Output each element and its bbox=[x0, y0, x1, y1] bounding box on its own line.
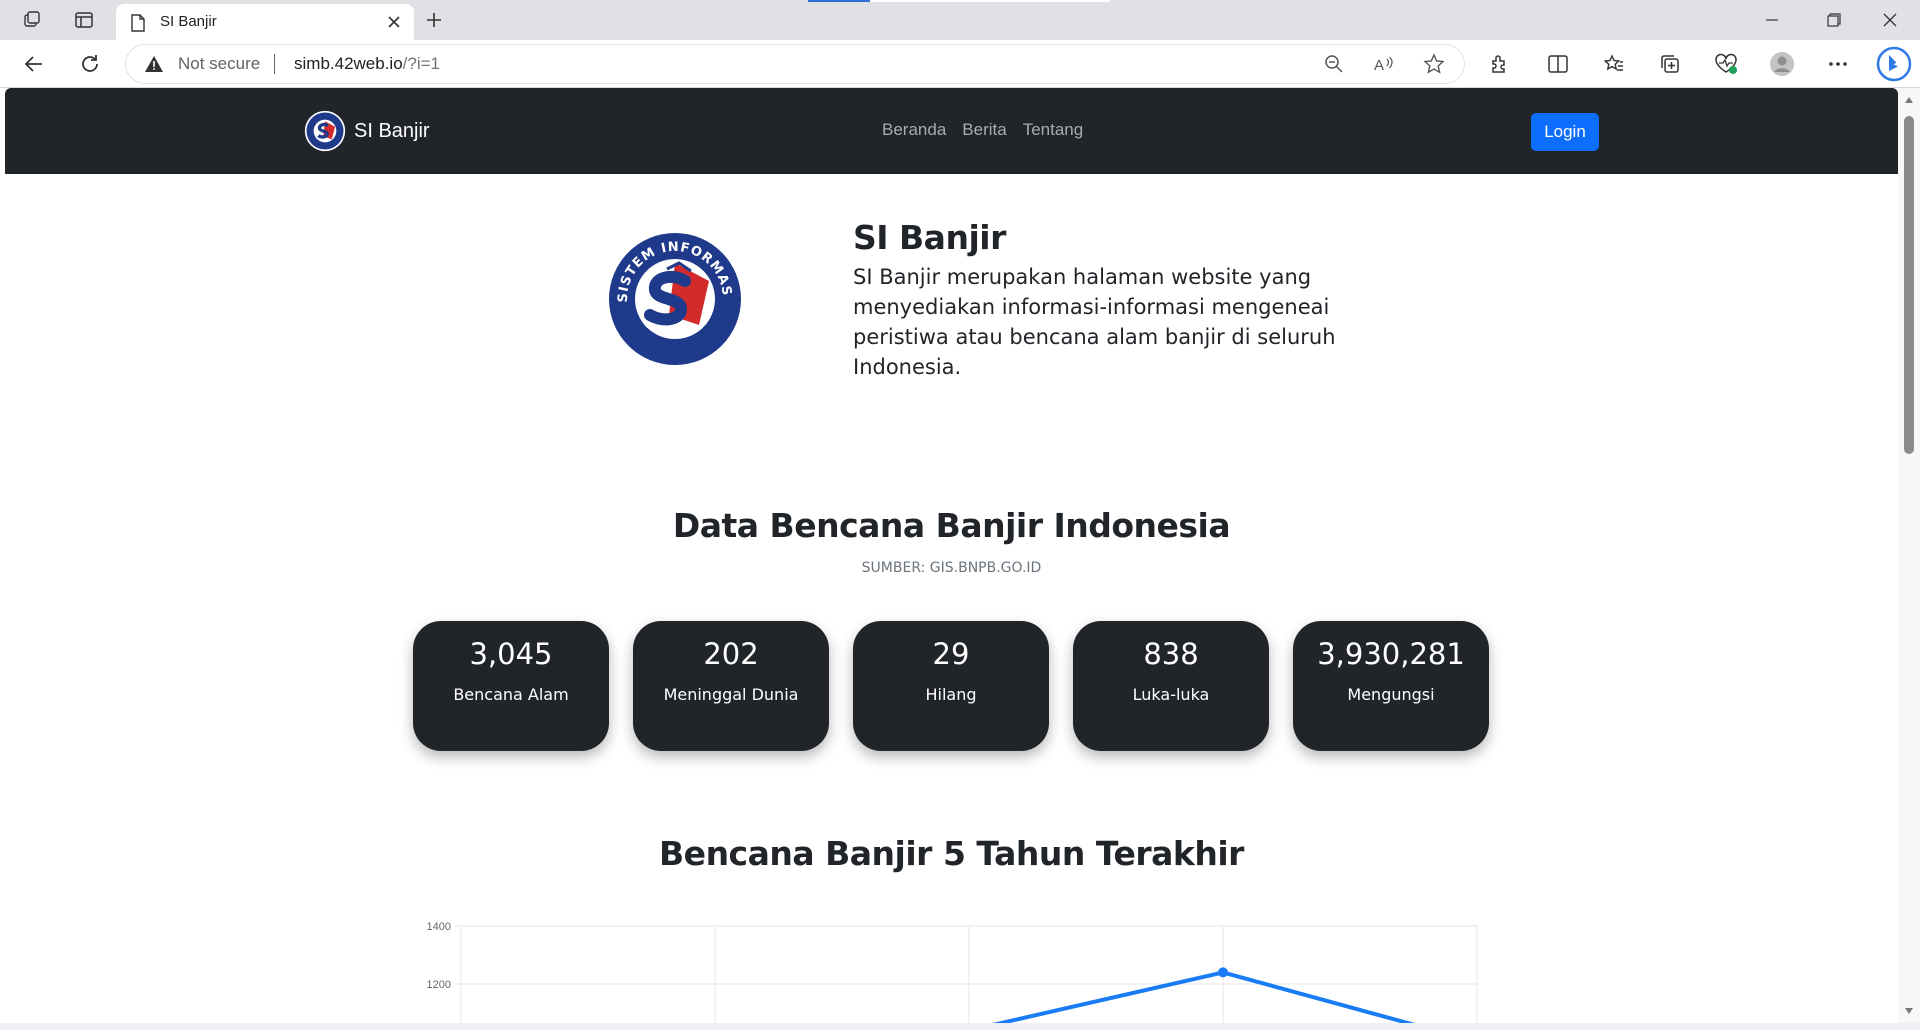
chart-section-title: Bencana Banjir 5 Tahun Terakhir bbox=[659, 834, 1244, 873]
upnvy-logo: SISTEM INFORMASI UPNVY bbox=[605, 229, 744, 368]
warning-icon[interactable] bbox=[144, 55, 164, 77]
flood-line-chart: 140012001000 bbox=[427, 921, 1478, 1023]
close-tab-icon[interactable] bbox=[384, 12, 404, 32]
tab-title: SI Banjir bbox=[160, 13, 217, 30]
nav-links: Beranda Berita Tentang bbox=[882, 120, 1083, 140]
favorite-star-icon[interactable] bbox=[1422, 52, 1446, 76]
scroll-down-icon[interactable] bbox=[1904, 1007, 1914, 1015]
security-label[interactable]: Not secure bbox=[178, 54, 260, 74]
zoom-icon[interactable] bbox=[1322, 52, 1346, 76]
stat-value: 3,930,281 bbox=[1317, 637, 1465, 671]
stat-value: 838 bbox=[1143, 637, 1199, 671]
more-menu-icon[interactable] bbox=[1824, 50, 1852, 78]
address-divider bbox=[274, 54, 275, 74]
stat-card-bencana-alam: 3,045 Bencana Alam bbox=[413, 621, 609, 751]
data-source: SUMBER: GIS.BNPB.GO.ID bbox=[861, 560, 1042, 576]
workspaces-icon[interactable] bbox=[20, 8, 44, 32]
stat-card-mengungsi: 3,930,281 Mengungsi bbox=[1293, 621, 1489, 751]
browser-essentials-icon[interactable] bbox=[1712, 50, 1740, 78]
site-navbar: SI Banjir Beranda Berita Tentang Login bbox=[5, 88, 1898, 174]
back-icon[interactable] bbox=[20, 50, 48, 78]
restore-icon[interactable] bbox=[1812, 6, 1856, 34]
url-path: /?i=1 bbox=[402, 54, 441, 73]
url-text[interactable]: simb.42web.io/?i=1 bbox=[294, 54, 440, 74]
brand-name: SI Banjir bbox=[354, 119, 430, 142]
stat-label: Bencana Alam bbox=[453, 685, 569, 704]
nav-link-tentang[interactable]: Tentang bbox=[1023, 120, 1084, 140]
svg-text:A: A bbox=[1374, 57, 1384, 74]
page-scrollbar[interactable] bbox=[1898, 88, 1920, 1023]
split-screen-icon[interactable] bbox=[1544, 50, 1572, 78]
y-tick-label: 1400 bbox=[427, 921, 451, 933]
nav-link-berita[interactable]: Berita bbox=[962, 120, 1006, 140]
navbar-brand[interactable]: SI Banjir bbox=[304, 110, 430, 152]
extensions-icon[interactable] bbox=[1486, 50, 1514, 78]
stat-card-luka-luka: 838 Luka-luka bbox=[1073, 621, 1269, 751]
data-point bbox=[1218, 967, 1228, 978]
stat-value: 3,045 bbox=[469, 637, 553, 671]
minimize-icon[interactable] bbox=[1750, 6, 1794, 34]
stat-card-meninggal-dunia: 202 Meninggal Dunia bbox=[633, 621, 829, 751]
copilot-icon[interactable] bbox=[1876, 46, 1912, 82]
loading-indicator-track bbox=[870, 0, 1110, 2]
read-aloud-icon[interactable]: A bbox=[1372, 52, 1396, 76]
profile-avatar[interactable] bbox=[1768, 50, 1796, 78]
scroll-up-icon[interactable] bbox=[1904, 96, 1914, 104]
stats-cards: 3,045 Bencana Alam 202 Meninggal Dunia 2… bbox=[413, 621, 1489, 751]
stat-label: Meninggal Dunia bbox=[663, 685, 799, 704]
stat-label: Hilang bbox=[925, 685, 977, 704]
collections-icon[interactable] bbox=[1656, 50, 1684, 78]
login-button[interactable]: Login bbox=[1531, 113, 1599, 151]
loading-indicator bbox=[808, 0, 870, 2]
hero-title: SI Banjir bbox=[853, 218, 1006, 257]
stat-card-hilang: 29 Hilang bbox=[853, 621, 1049, 751]
favorites-icon[interactable] bbox=[1600, 50, 1628, 78]
stat-value: 29 bbox=[932, 637, 970, 671]
browser-toolbar: Not secure simb.42web.io/?i=1 A bbox=[0, 40, 1920, 88]
refresh-icon[interactable] bbox=[76, 50, 104, 78]
browser-tab-bar: SI Banjir bbox=[0, 0, 1920, 40]
close-window-icon[interactable] bbox=[1868, 6, 1912, 34]
stat-value: 202 bbox=[703, 637, 759, 671]
y-tick-label: 1200 bbox=[427, 979, 451, 991]
page-viewport: SI Banjir Beranda Berita Tentang Login S… bbox=[5, 88, 1898, 1023]
page-icon bbox=[130, 14, 146, 36]
nav-link-beranda[interactable]: Beranda bbox=[882, 120, 946, 140]
url-host: simb.42web.io bbox=[294, 54, 403, 73]
scrollbar-thumb[interactable] bbox=[1904, 116, 1914, 454]
tab-si-banjir[interactable]: SI Banjir bbox=[116, 4, 414, 40]
new-tab-icon[interactable] bbox=[422, 8, 446, 32]
hero-description: SI Banjir merupakan halaman website yang… bbox=[853, 265, 1336, 379]
tab-actions-icon[interactable] bbox=[72, 8, 96, 32]
brand-logo bbox=[304, 110, 346, 152]
window-bottom-edge bbox=[0, 1023, 1920, 1030]
stat-label: Mengungsi bbox=[1347, 685, 1435, 704]
stat-label: Luka-luka bbox=[1132, 685, 1210, 704]
address-bar[interactable]: Not secure simb.42web.io/?i=1 A bbox=[126, 45, 1464, 83]
stats-section-title: Data Bencana Banjir Indonesia bbox=[672, 506, 1231, 545]
